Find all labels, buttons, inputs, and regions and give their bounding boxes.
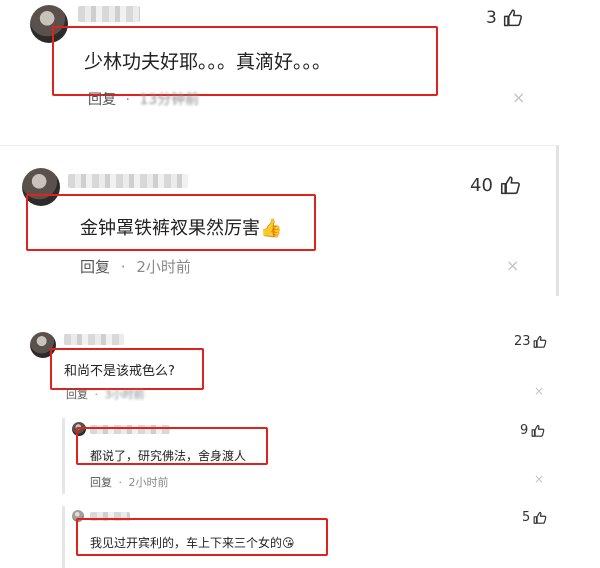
timestamp: 2小时前 bbox=[136, 258, 191, 276]
username-blurred[interactable] bbox=[78, 6, 140, 22]
close-icon[interactable]: × bbox=[512, 90, 525, 106]
meta-separator: · bbox=[125, 92, 130, 108]
thumbs-up-icon bbox=[503, 9, 522, 27]
like-count: 40 bbox=[470, 175, 493, 196]
username-blurred[interactable] bbox=[90, 512, 130, 521]
meta-separator: · bbox=[120, 258, 126, 276]
like-count: 9 bbox=[520, 423, 529, 438]
comment-meta: 回复 · 3小时前 bbox=[66, 386, 145, 402]
close-icon[interactable]: × bbox=[506, 258, 519, 274]
avatar[interactable] bbox=[22, 168, 60, 206]
comment-meta: 回复 · 13分钟前 bbox=[88, 89, 199, 109]
comment-text: 金钟罩铁裤衩果然厉害👍 bbox=[80, 218, 283, 239]
like-button[interactable]: 3 bbox=[486, 8, 523, 28]
comment-card-3: 23 和尚不是该戒色么? 回复 · 3小时前 × 9 都说了，研究佛法，舍身渡人… bbox=[0, 320, 600, 568]
username-blurred[interactable] bbox=[90, 425, 170, 434]
divider bbox=[556, 146, 559, 296]
avatar[interactable] bbox=[30, 332, 56, 358]
thumbs-up-icon bbox=[533, 511, 547, 524]
comment-card-2: 40 金钟罩铁裤衩果然厉害👍 回复 · 2小时前 × bbox=[0, 145, 560, 297]
timestamp: 3小时前 bbox=[104, 388, 145, 401]
meta-separator: · bbox=[118, 476, 123, 489]
like-count: 3 bbox=[486, 8, 497, 28]
reply-text: 都说了，研究佛法，舍身渡人 bbox=[90, 449, 247, 463]
reply-button[interactable]: 回复 bbox=[80, 258, 110, 276]
like-count: 5 bbox=[522, 510, 531, 525]
thumbs-up-icon bbox=[500, 176, 520, 195]
reply-button[interactable]: 回复 bbox=[66, 388, 88, 401]
comment-text: 和尚不是该戒色么? bbox=[64, 364, 175, 379]
username-blurred[interactable] bbox=[68, 174, 188, 188]
meta-separator: · bbox=[94, 388, 99, 401]
comment-card-1: 3 少林功夫好耶。。。真滴好。。。 回复 · 13分钟前 × bbox=[0, 0, 570, 126]
thumbs-up-icon bbox=[531, 424, 545, 437]
timestamp: 13分钟前 bbox=[139, 92, 200, 108]
like-button[interactable]: 40 bbox=[470, 175, 521, 196]
reply-button[interactable]: 回复 bbox=[90, 476, 112, 489]
like-button[interactable]: 23 bbox=[514, 334, 547, 349]
comment-meta: 回复 · 2小时前 bbox=[80, 256, 191, 277]
like-count: 23 bbox=[514, 334, 531, 349]
close-icon[interactable]: × bbox=[534, 473, 544, 485]
reply-button[interactable]: 回复 bbox=[88, 92, 116, 108]
close-icon[interactable]: × bbox=[534, 385, 544, 397]
reply-text: 我见过开宾利的，车上下来三个女的😘 bbox=[90, 536, 295, 550]
username-blurred[interactable] bbox=[64, 334, 124, 345]
like-button[interactable]: 9 bbox=[520, 423, 545, 438]
reply-thread-bar bbox=[62, 418, 65, 494]
reply-meta: 回复 · 2小时前 bbox=[90, 474, 169, 490]
like-button[interactable]: 5 bbox=[522, 510, 547, 525]
timestamp: 2小时前 bbox=[128, 476, 169, 489]
comment-text: 少林功夫好耶。。。真滴好。。。 bbox=[84, 51, 332, 73]
avatar[interactable] bbox=[72, 422, 86, 436]
thumbs-up-icon bbox=[533, 335, 546, 348]
avatar[interactable] bbox=[30, 5, 68, 43]
avatar[interactable] bbox=[72, 510, 84, 522]
reply-thread-bar bbox=[62, 506, 65, 568]
